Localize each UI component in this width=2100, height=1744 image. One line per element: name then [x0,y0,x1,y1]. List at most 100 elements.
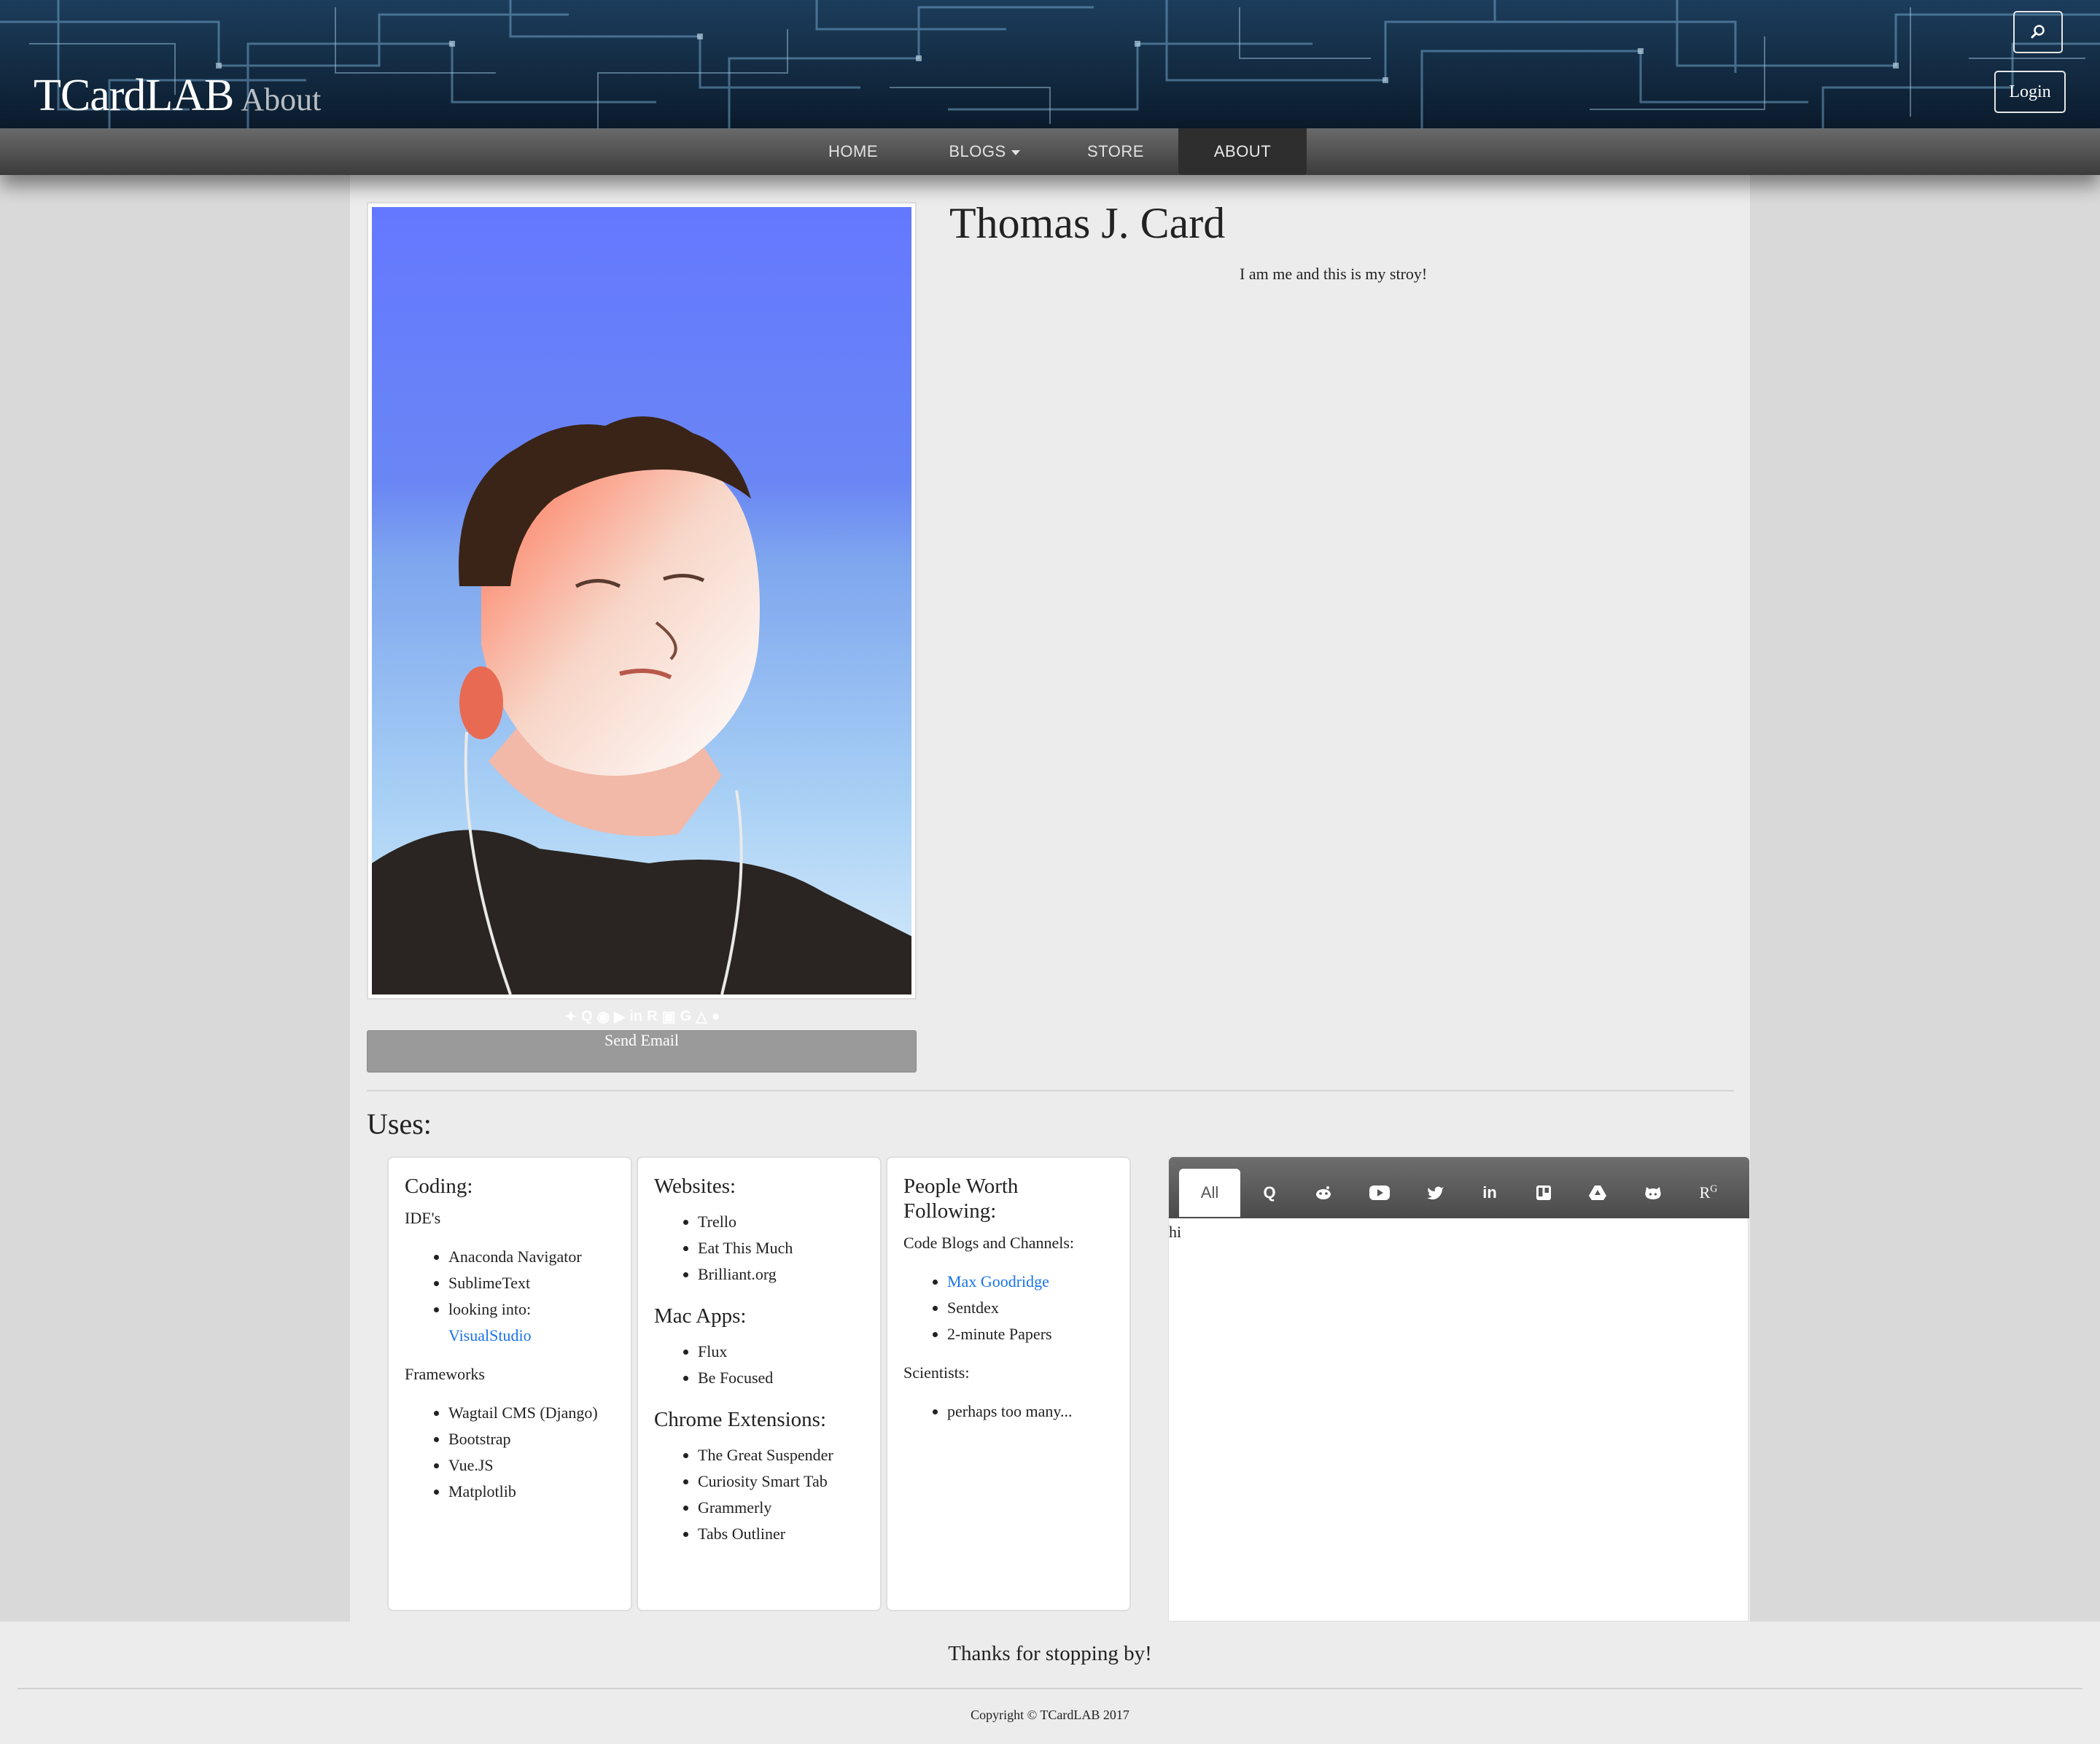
people-card: People Worth Following: Code Blogs and C… [886,1156,1131,1611]
twitter-icon [1427,1186,1444,1200]
twitter-icon[interactable]: ✦ [564,1008,577,1026]
google-icon[interactable]: G [680,1008,692,1025]
section-divider [367,1090,1734,1091]
footer-thanks: Thanks for stopping by! [948,1642,1152,1665]
chevron-down-icon [1011,149,1020,155]
tab-github[interactable] [1627,1169,1679,1217]
ide-list: Anaconda Navigator SublimeText looking i… [405,1244,615,1349]
list-item: Brilliant.org [698,1261,864,1288]
search-button[interactable] [2013,11,2063,53]
tab-twitter[interactable] [1409,1169,1462,1217]
list-item: Flux [698,1339,864,1365]
social-links: ✦ Q ◉ ▶ in R ▣ G △ ● [533,1008,752,1025]
reddit-icon[interactable]: ◉ [597,1008,610,1026]
profile-tagline: I am me and this is my stroy! [1240,265,1428,283]
profile-photo-image [372,207,911,995]
youtube-icon[interactable]: ▶ [614,1008,625,1026]
search-icon [2031,25,2045,39]
youtube-icon [1369,1186,1390,1200]
github-icon [1645,1187,1661,1199]
uses-heading: Uses: [367,1107,432,1140]
linkedin-icon[interactable]: in [629,1008,642,1025]
quora-icon[interactable]: Q [581,1008,593,1025]
list-item: Sentdex [947,1295,1113,1321]
main-navbar: HOME BLOGS STORE ABOUT [0,128,2100,175]
google-drive-icon [1589,1186,1606,1200]
social-tab-bar: All Q in RG [1169,1157,1749,1218]
tab-google-drive[interactable] [1571,1169,1624,1217]
nav-store[interactable]: STORE [1079,128,1152,175]
mac-apps-title: Mac Apps: [654,1304,747,1328]
mac-apps-list: Flux Be Focused [654,1339,864,1391]
nav-store-label: STORE [1087,142,1144,160]
max-goodridge-link[interactable]: Max Goodridge [947,1272,1049,1291]
scientists-label: Scientists: [903,1363,970,1382]
looking-into-text: looking into: [448,1300,532,1318]
list-item: Tabs Outliner [698,1521,864,1547]
tab-reddit[interactable] [1297,1169,1350,1217]
list-item: Max Goodridge [947,1269,1113,1295]
profile-photo [367,202,917,1000]
nav-home[interactable]: HOME [817,128,890,175]
list-item: The Great Suspender [698,1442,864,1468]
list-item: Curiosity Smart Tab [698,1468,864,1495]
copyright-text: Copyright © TCardLAB 2017 [971,1708,1129,1722]
linkedin-icon: in [1482,1183,1497,1202]
nav-blogs-dropdown[interactable]: BLOGS [941,128,1028,175]
send-email-button[interactable]: Send Email [367,1030,917,1073]
websites-list: Trello Eat This Much Brilliant.org [654,1209,864,1288]
list-item: Anaconda Navigator [448,1244,615,1270]
github-icon[interactable]: ● [712,1008,720,1025]
websites-title: Websites: [654,1175,736,1198]
tab-all[interactable]: All [1179,1169,1240,1217]
tab-researchgate[interactable]: RG [1682,1169,1735,1217]
list-item: looking into: VisualStudio [448,1296,615,1349]
site-footer: Thanks for stopping by! Copyright © TCar… [0,1622,2100,1744]
nav-blogs-label: BLOGS [949,142,1006,160]
footer-divider [18,1688,2082,1689]
ide-label: IDE's [405,1209,441,1227]
list-item: Eat This Much [698,1235,864,1261]
list-item: perhaps too many... [947,1398,1113,1425]
social-feed-content: hi [1169,1223,1182,1241]
social-feed-panel: All Q in RG hi [1168,1156,1749,1622]
frameworks-list: Wagtail CMS (Django) Bootstrap Vue.JS Ma… [405,1400,615,1505]
nav-about-label: ABOUT [1213,142,1272,160]
tab-trello[interactable] [1517,1169,1570,1217]
code-blogs-list: Max Goodridge Sentdex 2-minute Papers [903,1269,1113,1347]
list-item: Trello [698,1209,864,1235]
coding-card: Coding: IDE's Anaconda Navigator Sublime… [387,1156,632,1611]
brand-logo[interactable]: TCardLAB About [34,70,321,122]
code-blogs-label: Code Blogs and Channels: [903,1234,1075,1252]
list-item: Bootstrap [448,1426,615,1452]
list-item: Grammerly [698,1495,864,1521]
brand-name: TCardLAB [34,71,234,120]
nav-about[interactable]: ABOUT [1178,128,1307,175]
tab-linkedin[interactable]: in [1463,1169,1516,1217]
profile-name: Thomas J. Card [949,199,1226,247]
list-item: SublimeText [448,1270,615,1296]
google-drive-icon[interactable]: △ [696,1008,707,1026]
tab-all-label: All [1200,1183,1219,1202]
researchgate-icon[interactable]: R [647,1008,657,1025]
list-item: Wagtail CMS (Django) [448,1400,615,1426]
site-header: TCardLAB About Login [0,0,2100,128]
page-section-title: About [241,82,322,117]
tab-youtube[interactable] [1353,1169,1406,1217]
main-content: ✦ Q ◉ ▶ in R ▣ G △ ● Send Email Thomas J… [350,175,1750,1622]
trello-icon [1536,1186,1551,1200]
trello-icon[interactable]: ▣ [662,1008,676,1026]
scientists-list: perhaps too many... [903,1398,1113,1425]
nav-home-label: HOME [828,142,878,160]
websites-card: Websites: Trello Eat This Much Brilliant… [637,1156,882,1611]
tab-quora[interactable]: Q [1243,1169,1296,1217]
list-item: 2-minute Papers [947,1321,1113,1347]
researchgate-icon: RG [1699,1183,1718,1202]
frameworks-label: Frameworks [405,1365,485,1383]
login-button[interactable]: Login [1994,71,2066,113]
visualstudio-link[interactable]: VisualStudio [448,1326,532,1344]
coding-title: Coding: [405,1175,473,1198]
list-item: Vue.JS [448,1452,615,1479]
chrome-extensions-list: The Great Suspender Curiosity Smart Tab … [654,1442,864,1547]
list-item: Matplotlib [448,1479,615,1505]
